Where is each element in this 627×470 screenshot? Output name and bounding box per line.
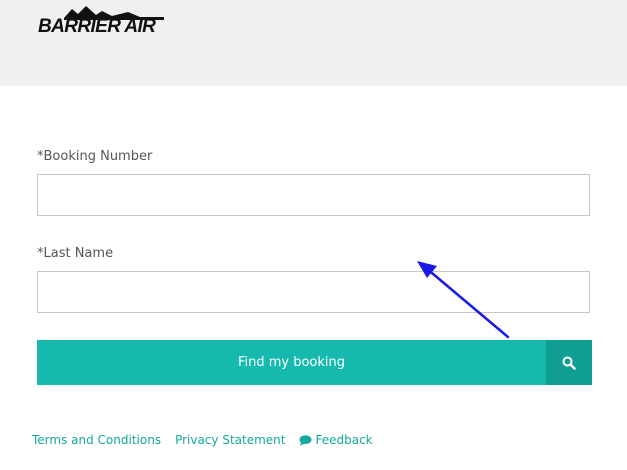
header-bar: BARRIER AIR bbox=[0, 0, 627, 86]
logo-text: BARRIER AIR bbox=[38, 16, 156, 37]
search-button[interactable] bbox=[546, 340, 592, 385]
booking-number-input[interactable] bbox=[37, 174, 590, 216]
barrier-air-logo[interactable]: BARRIER AIR bbox=[36, 4, 172, 44]
privacy-statement-link[interactable]: Privacy Statement bbox=[175, 433, 285, 447]
feedback-link[interactable]: Feedback bbox=[299, 433, 373, 447]
find-my-booking-button[interactable]: Find my booking bbox=[37, 340, 546, 385]
feedback-label: Feedback bbox=[315, 433, 373, 447]
search-icon bbox=[562, 356, 576, 370]
last-name-input[interactable] bbox=[37, 271, 590, 313]
speech-bubble-icon bbox=[299, 434, 312, 446]
footer-links: Terms and Conditions Privacy Statement F… bbox=[32, 433, 373, 447]
terms-and-conditions-link[interactable]: Terms and Conditions bbox=[32, 433, 161, 447]
booking-number-label: *Booking Number bbox=[37, 149, 153, 164]
last-name-label: *Last Name bbox=[37, 246, 114, 261]
find-my-booking-label: Find my booking bbox=[237, 355, 346, 370]
